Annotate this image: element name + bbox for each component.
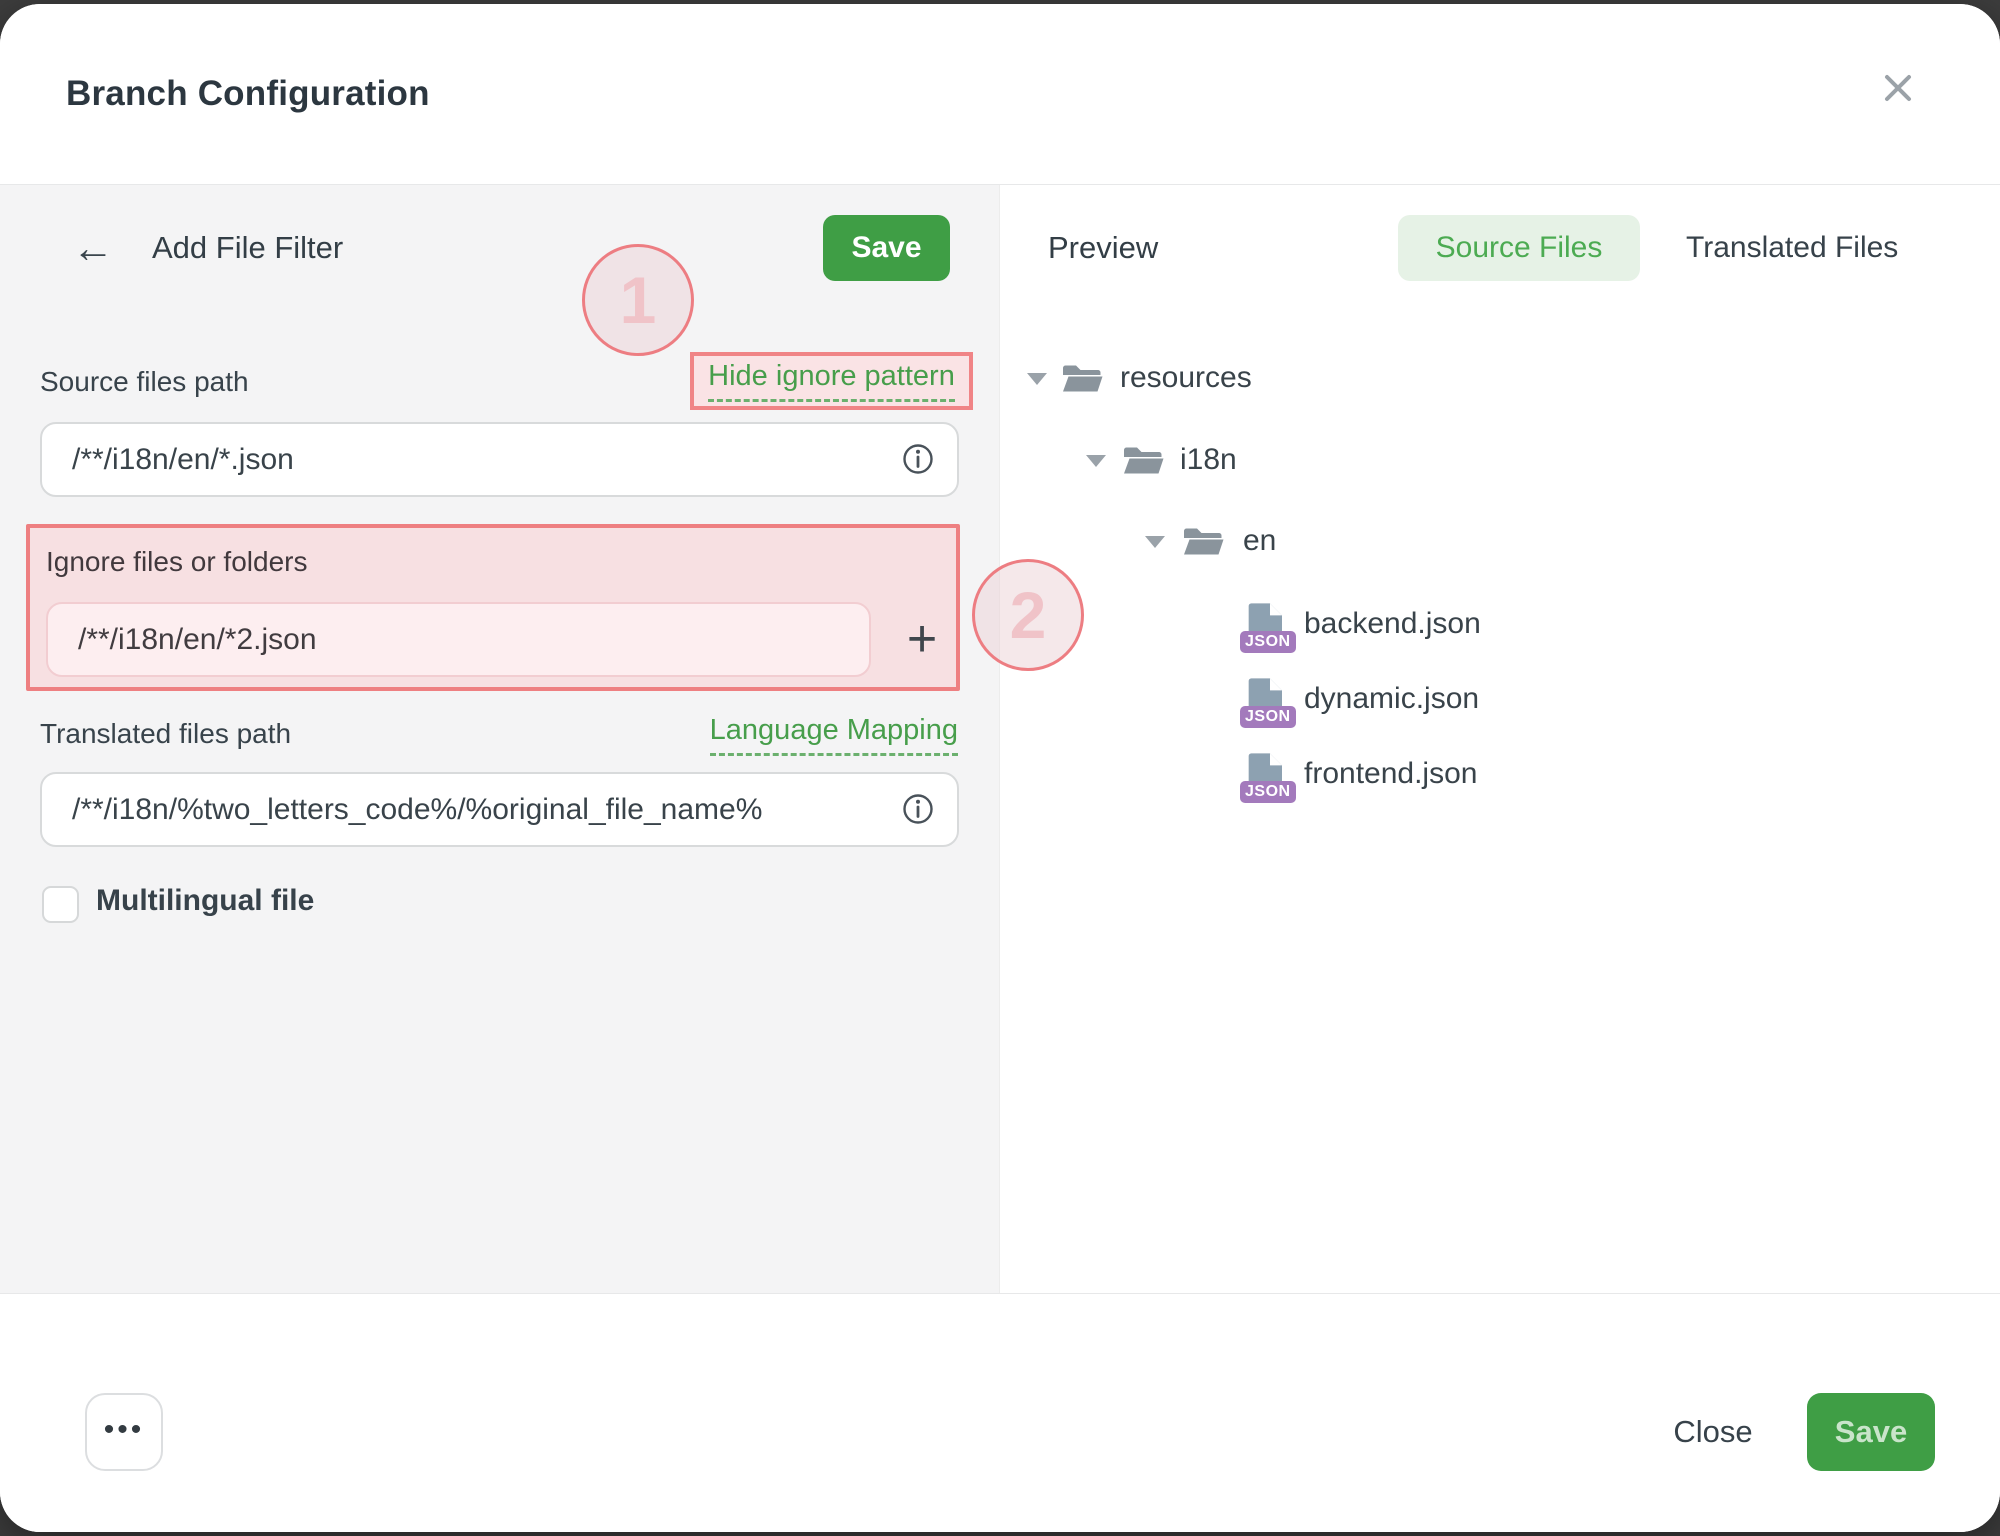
annotation-frame-hide-ignore: Hide ignore pattern: [690, 352, 973, 410]
folder-open-icon: [1061, 361, 1103, 395]
ignore-pattern-section: Ignore files or folders +: [26, 524, 960, 691]
chevron-down-icon[interactable]: [1145, 536, 1165, 548]
tree-folder-label: i18n: [1180, 443, 1237, 477]
translated-files-path-input[interactable]: [40, 772, 959, 847]
json-file-icon: JSON: [1247, 677, 1287, 723]
more-options-button[interactable]: •••: [85, 1393, 163, 1471]
multilingual-file-label: Multilingual file: [96, 884, 314, 918]
multilingual-file-checkbox[interactable]: [42, 886, 79, 923]
close-icon: [1879, 69, 1917, 107]
file-filter-form: Source files path Hide ignore pattern Ig…: [0, 310, 1000, 1293]
tree-row-folder-i18n[interactable]: i18n: [1000, 420, 1640, 500]
tree-row-folder-en[interactable]: en: [1000, 501, 1640, 581]
json-file-icon: JSON: [1247, 752, 1287, 798]
json-file-icon: JSON: [1247, 602, 1287, 648]
chevron-down-icon[interactable]: [1027, 373, 1047, 385]
hide-ignore-pattern-link[interactable]: Hide ignore pattern: [708, 360, 955, 402]
annotation-step-1: 1: [582, 244, 694, 356]
dialog-header: Branch Configuration: [0, 4, 2000, 185]
tree-row-file-dynamic[interactable]: JSON dynamic.json: [1000, 659, 1640, 739]
translated-files-path-label: Translated files path: [40, 718, 291, 750]
tree-row-file-frontend[interactable]: JSON frontend.json: [1000, 734, 1640, 814]
branch-configuration-dialog: Branch Configuration ← Add File Filter S…: [0, 4, 2000, 1532]
tree-row-file-backend[interactable]: JSON backend.json: [1000, 584, 1640, 664]
json-badge: JSON: [1240, 781, 1296, 803]
source-files-path-input[interactable]: [40, 422, 959, 497]
save-button[interactable]: Save: [1807, 1393, 1935, 1471]
filter-save-button[interactable]: Save: [823, 215, 950, 281]
add-ignore-pattern-button[interactable]: +: [890, 602, 954, 676]
dialog-title: Branch Configuration: [66, 74, 430, 114]
folder-open-icon: [1182, 524, 1224, 558]
tree-folder-label: resources: [1120, 361, 1252, 395]
dialog-footer: ••• Close Save: [0, 1294, 2000, 1532]
info-icon[interactable]: [901, 442, 935, 476]
tree-file-label: dynamic.json: [1304, 682, 1479, 716]
close-button[interactable]: Close: [1648, 1393, 1778, 1471]
toolbar: ← Add File Filter Save Preview Source Fi…: [0, 185, 2000, 311]
source-files-path-label: Source files path: [40, 366, 249, 398]
close-dialog-button[interactable]: [1876, 66, 1920, 110]
preview-file-tree: resources i18n en JSON: [1000, 310, 2000, 1293]
tree-file-label: frontend.json: [1304, 757, 1477, 791]
ignore-pattern-input[interactable]: [46, 602, 871, 677]
tab-source-files[interactable]: Source Files: [1398, 215, 1640, 281]
folder-open-icon: [1122, 443, 1164, 477]
tab-translated-files[interactable]: Translated Files: [1686, 231, 1898, 265]
tree-file-label: backend.json: [1304, 607, 1481, 641]
annotation-step-2: 2: [972, 559, 1084, 671]
tree-row-folder-resources[interactable]: resources: [1000, 338, 1640, 418]
add-file-filter-title: Add File Filter: [152, 230, 343, 266]
tree-folder-label: en: [1243, 524, 1276, 558]
json-badge: JSON: [1240, 706, 1296, 728]
chevron-down-icon[interactable]: [1086, 455, 1106, 467]
preview-title: Preview: [1048, 230, 1158, 266]
back-arrow-icon[interactable]: ←: [72, 227, 114, 269]
language-mapping-link[interactable]: Language Mapping: [710, 714, 958, 756]
ignore-files-label: Ignore files or folders: [46, 546, 307, 578]
info-icon[interactable]: [901, 792, 935, 826]
json-badge: JSON: [1240, 631, 1296, 653]
